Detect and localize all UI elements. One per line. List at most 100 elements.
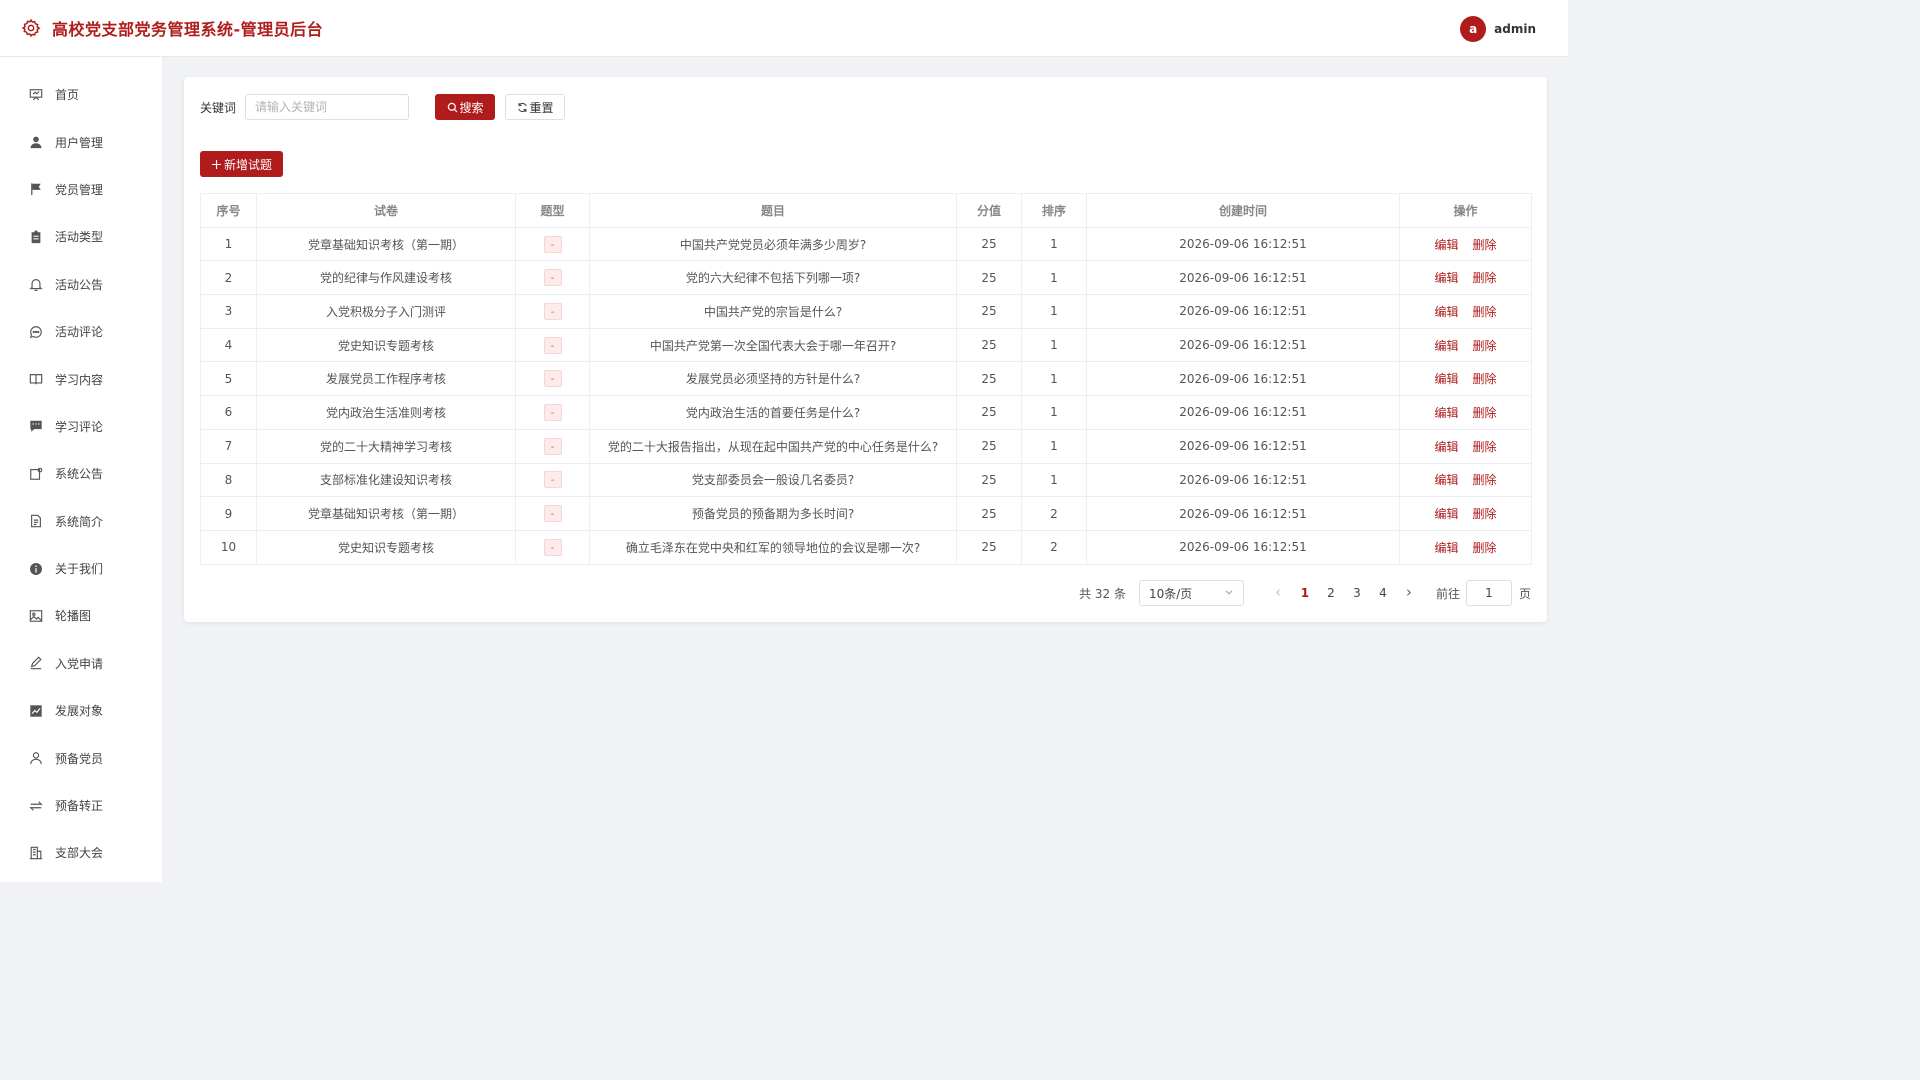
user-menu[interactable]: a admin bbox=[1460, 16, 1536, 42]
cell-created-time: 2026-09-06 16:12:51 bbox=[1086, 496, 1400, 531]
sidebar-item-label: 学习内容 bbox=[55, 372, 104, 387]
delete-button[interactable]: 删除 bbox=[1473, 305, 1497, 319]
sidebar-item-study-comment[interactable]: 学习评论 bbox=[0, 403, 162, 450]
cell-score: 25 bbox=[956, 226, 1022, 262]
cell-no: 9 bbox=[200, 496, 257, 531]
edit-button[interactable]: 编辑 bbox=[1434, 305, 1458, 319]
edit-button[interactable]: 编辑 bbox=[1434, 339, 1458, 353]
type-tag: - bbox=[543, 302, 562, 320]
flag-icon bbox=[28, 181, 44, 197]
type-tag: - bbox=[543, 471, 562, 489]
pagination: 共 32 条 10条/页 1 2 3 4 前往 页 bbox=[1079, 580, 1531, 606]
edit-button[interactable]: 编辑 bbox=[1434, 473, 1458, 487]
cell-created-time: 2026-09-06 16:12:51 bbox=[1086, 529, 1400, 565]
content-card: 关键词 搜索 重置 新增试题 序号 试卷 题型 题目 分值 排序 创 bbox=[184, 77, 1547, 622]
delete-button[interactable]: 删除 bbox=[1473, 372, 1497, 386]
header-created-time[interactable]: 创建时间 bbox=[1086, 193, 1400, 228]
clipboard-icon bbox=[28, 229, 44, 245]
delete-button[interactable]: 删除 bbox=[1473, 339, 1497, 353]
sidebar-item-label: 支部大会 bbox=[55, 846, 104, 861]
page-number[interactable]: 4 bbox=[1370, 586, 1396, 600]
cell-created-time: 2026-09-06 16:12:51 bbox=[1086, 260, 1400, 296]
edit-button[interactable]: 编辑 bbox=[1434, 507, 1458, 521]
delete-button[interactable]: 删除 bbox=[1473, 271, 1497, 285]
building-icon bbox=[28, 845, 44, 861]
page-number[interactable]: 3 bbox=[1344, 586, 1370, 600]
cell-sort: 1 bbox=[1021, 327, 1087, 363]
delete-button[interactable]: 删除 bbox=[1473, 406, 1497, 420]
header-score[interactable]: 分值 bbox=[956, 193, 1022, 228]
edit-button[interactable]: 编辑 bbox=[1434, 541, 1458, 555]
delete-button[interactable]: 删除 bbox=[1473, 440, 1497, 454]
cell-question: 党的二十大报告指出，从现在起中国共产党的中心任务是什么? bbox=[589, 428, 957, 464]
table-row: 3 入党积极分子入门测评 - 中国共产党的宗旨是什么? 25 1 2026-09-06 16… bbox=[200, 294, 1532, 329]
search-icon bbox=[447, 102, 458, 113]
page-size-select[interactable]: 10条/页 bbox=[1138, 580, 1244, 606]
sidebar-item-system-intro[interactable]: 系统简介 bbox=[0, 498, 162, 545]
app-title: 高校党支部党务管理系统-管理员后台 bbox=[52, 20, 324, 39]
delete-button[interactable]: 删除 bbox=[1473, 238, 1497, 252]
edit-button[interactable]: 编辑 bbox=[1434, 440, 1458, 454]
cell-created-time: 2026-09-06 16:12:51 bbox=[1086, 361, 1400, 397]
sidebar-item-label: 用户管理 bbox=[55, 135, 104, 150]
edit-button[interactable]: 编辑 bbox=[1434, 406, 1458, 420]
prev-page-button[interactable] bbox=[1266, 586, 1292, 600]
cell-created-time: 2026-09-06 16:12:51 bbox=[1086, 327, 1400, 363]
keyword-input[interactable] bbox=[245, 94, 410, 120]
cell-type: - bbox=[515, 260, 590, 296]
cell-score: 25 bbox=[956, 428, 1022, 464]
header-type[interactable]: 题型 bbox=[515, 193, 590, 228]
cell-paper: 发展党员工作程序考核 bbox=[256, 361, 516, 397]
header-question[interactable]: 题目 bbox=[589, 193, 957, 228]
table-row: 10 党史知识专题考核 - 确立毛泽东在党中央和红军的领导地位的会议是哪一次? 25 2 2… bbox=[200, 529, 1532, 565]
sidebar-item-branch-meeting[interactable]: 支部大会 bbox=[0, 829, 162, 876]
cell-score: 25 bbox=[956, 361, 1022, 397]
search-button[interactable]: 搜索 bbox=[435, 94, 496, 120]
cell-score: 25 bbox=[956, 395, 1022, 430]
delete-button[interactable]: 删除 bbox=[1473, 507, 1497, 521]
edit-button[interactable]: 编辑 bbox=[1434, 372, 1458, 386]
delete-button[interactable]: 删除 bbox=[1473, 473, 1497, 487]
page-number[interactable]: 1 bbox=[1292, 586, 1318, 600]
cell-sort: 1 bbox=[1021, 294, 1087, 329]
cell-type: - bbox=[515, 294, 590, 329]
avatar[interactable]: a bbox=[1460, 16, 1487, 42]
reset-button[interactable]: 重置 bbox=[505, 94, 566, 120]
sidebar-item-home[interactable]: 首页 bbox=[0, 71, 162, 118]
page-number[interactable]: 2 bbox=[1318, 586, 1344, 600]
cell-sort: 1 bbox=[1021, 462, 1087, 498]
sidebar-item-system-notice[interactable]: 系统公告 bbox=[0, 450, 162, 497]
sidebar-item-activity-comment[interactable]: 活动评论 bbox=[0, 308, 162, 355]
sidebar-item-activity-type[interactable]: 活动类型 bbox=[0, 213, 162, 260]
edit-button[interactable]: 编辑 bbox=[1434, 238, 1458, 252]
sidebar-item-probationary-member[interactable]: 预备党员 bbox=[0, 734, 162, 781]
header-sort[interactable]: 排序 bbox=[1021, 193, 1087, 228]
header-no[interactable]: 序号 bbox=[200, 193, 257, 228]
edit-button[interactable]: 编辑 bbox=[1434, 271, 1458, 285]
bell-icon bbox=[28, 276, 44, 292]
sidebar-item-development-target[interactable]: 发展对象 bbox=[0, 687, 162, 734]
sidebar-item-activity-notice[interactable]: 活动公告 bbox=[0, 261, 162, 308]
sidebar-item-label: 活动公告 bbox=[55, 277, 104, 292]
sidebar-item-full-membership[interactable]: 预备转正 bbox=[0, 782, 162, 829]
cell-sort: 1 bbox=[1021, 395, 1087, 430]
sidebar-item-label: 系统简介 bbox=[55, 514, 104, 529]
sidebar-item-member-management[interactable]: 党员管理 bbox=[0, 166, 162, 213]
username[interactable]: admin bbox=[1494, 22, 1536, 36]
next-page-button[interactable] bbox=[1396, 586, 1422, 600]
goto-page-input[interactable] bbox=[1465, 580, 1512, 606]
delete-button[interactable]: 删除 bbox=[1473, 541, 1497, 555]
add-question-button[interactable]: 新增试题 bbox=[200, 151, 283, 177]
cell-sort: 1 bbox=[1021, 260, 1087, 296]
sidebar-item-party-application[interactable]: 入党申请 bbox=[0, 640, 162, 687]
sidebar-item-user-management[interactable]: 用户管理 bbox=[0, 118, 162, 165]
cell-no: 8 bbox=[200, 462, 257, 498]
header-paper[interactable]: 试卷 bbox=[256, 193, 516, 228]
sidebar-item-study-content[interactable]: 学习内容 bbox=[0, 355, 162, 402]
cell-sort: 1 bbox=[1021, 226, 1087, 262]
sidebar-item-about-us[interactable]: 关于我们 bbox=[0, 545, 162, 592]
sidebar-item-carousel[interactable]: 轮播图 bbox=[0, 592, 162, 639]
keyword-label: 关键词 bbox=[200, 100, 237, 115]
type-tag: - bbox=[543, 538, 562, 556]
sidebar-item-label: 系统公告 bbox=[55, 467, 104, 482]
